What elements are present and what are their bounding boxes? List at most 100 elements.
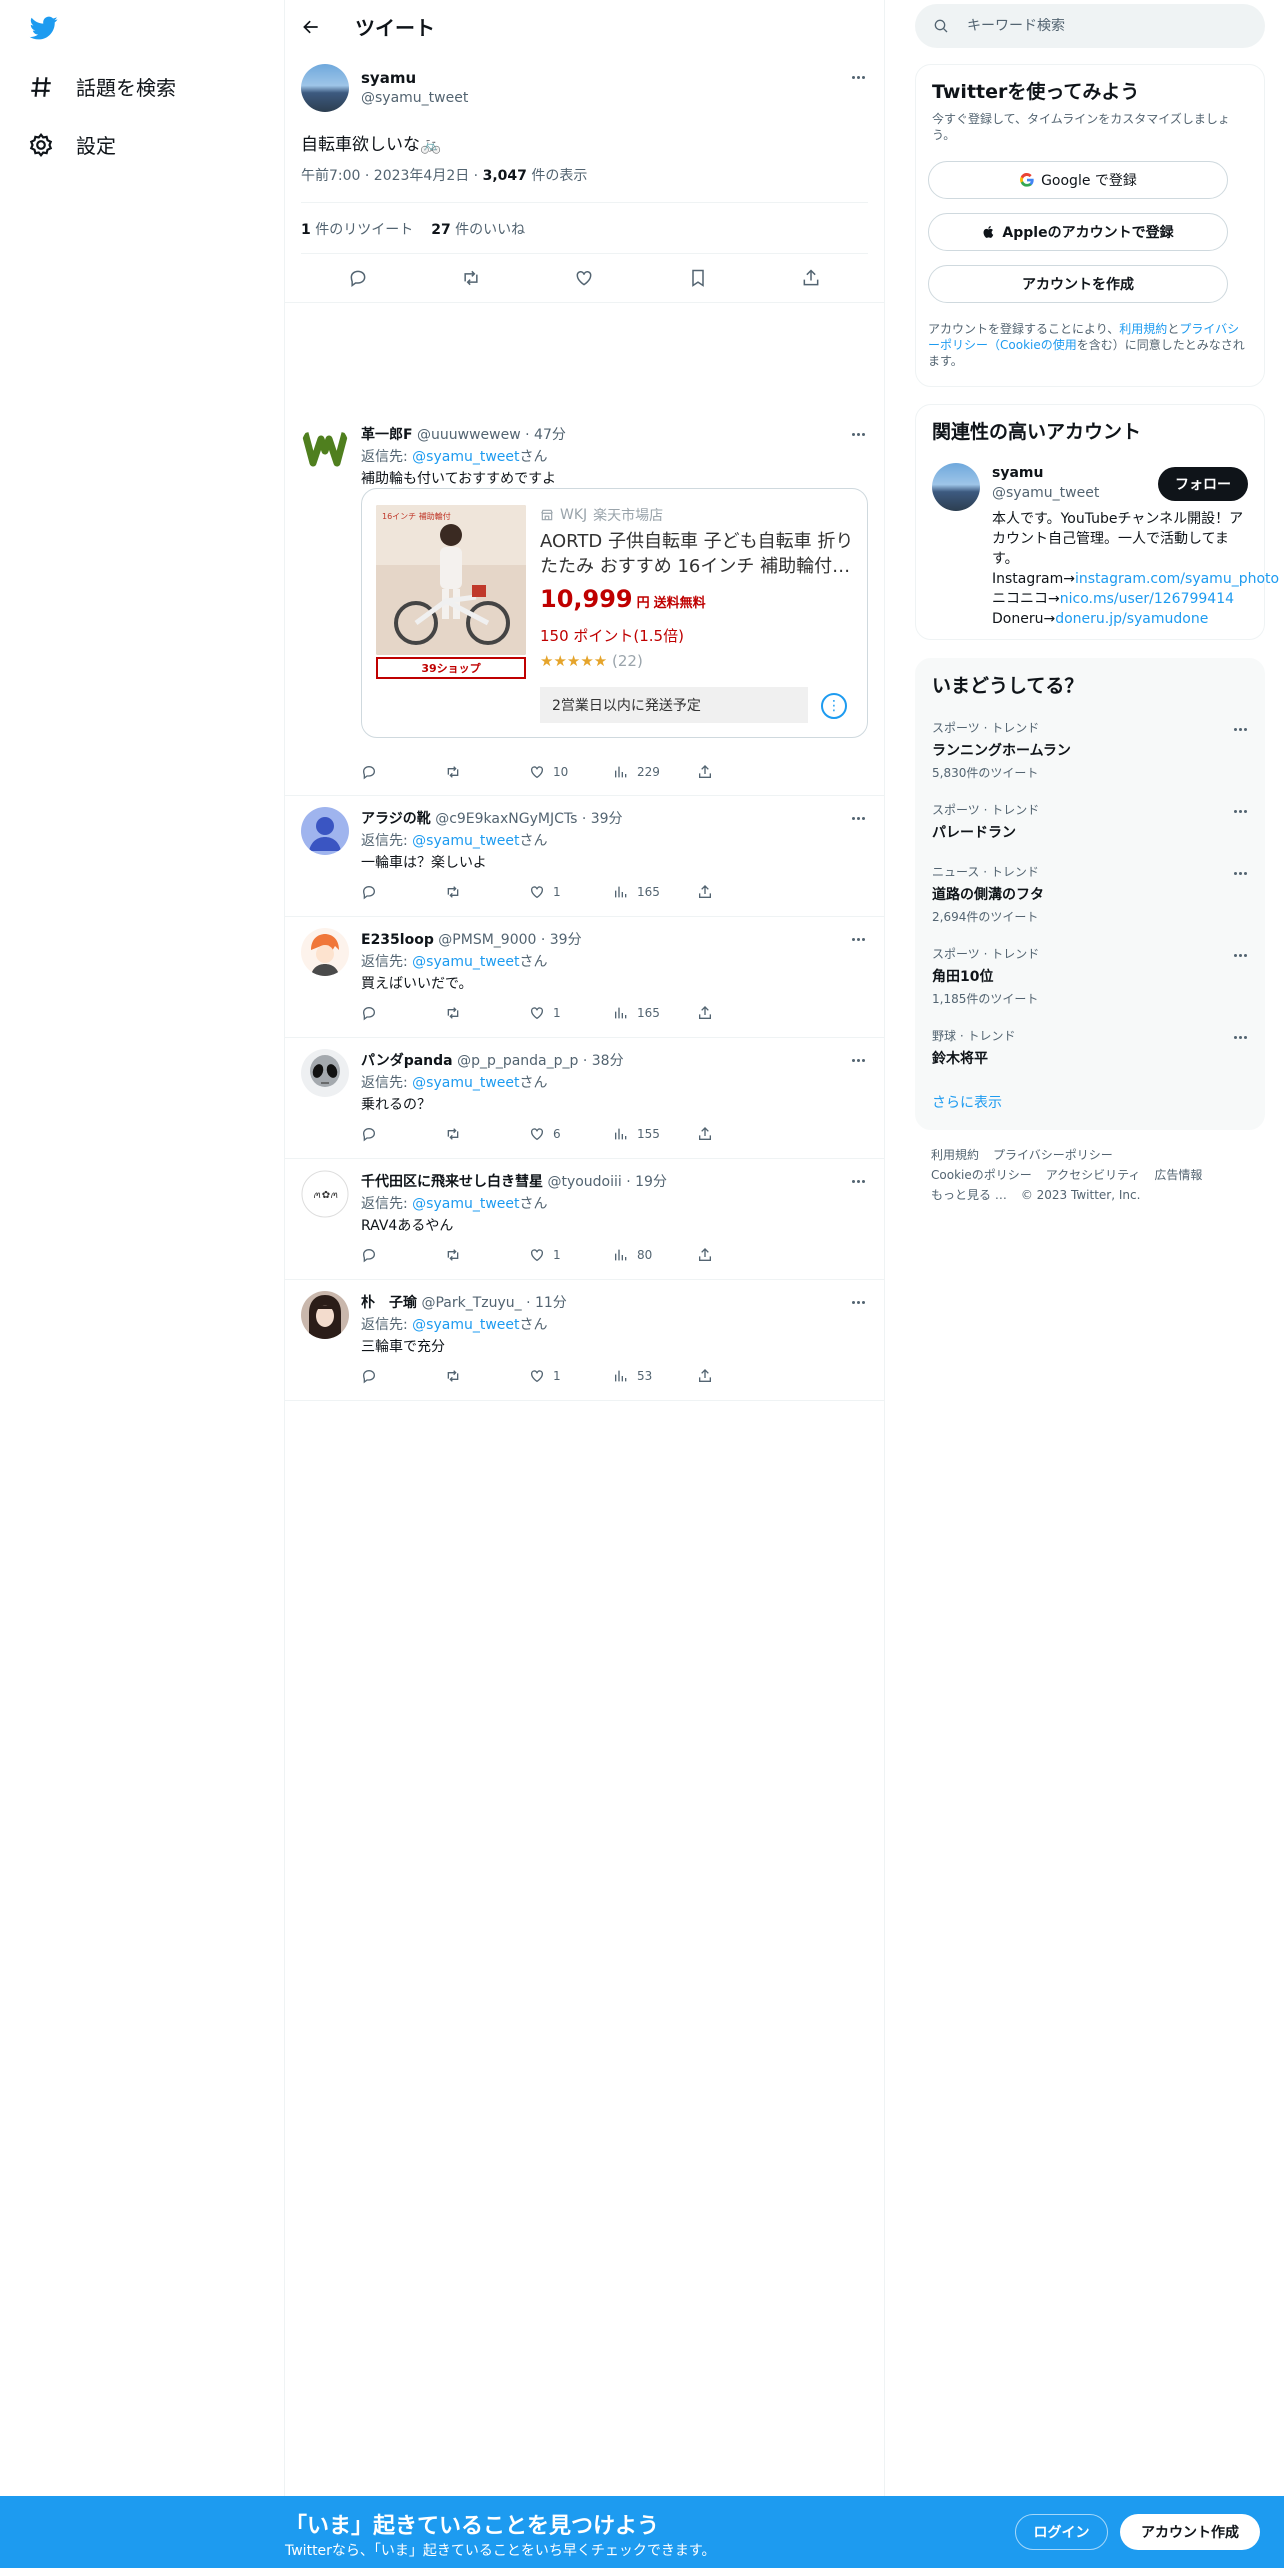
footer-cookie[interactable]: Cookieのポリシー bbox=[931, 1168, 1032, 1182]
reply-time[interactable]: · 38分 bbox=[578, 1053, 624, 1069]
google-signup-button[interactable]: Google で登録 bbox=[928, 161, 1228, 199]
likes-stat[interactable]: 27 件のいいね bbox=[431, 219, 525, 239]
avatar[interactable] bbox=[301, 1291, 349, 1339]
more-options-icon[interactable] bbox=[848, 424, 868, 444]
more-options-icon[interactable] bbox=[848, 1050, 868, 1070]
views-button[interactable]: 155 bbox=[613, 1126, 697, 1142]
reply-tweet[interactable]: 革一郎F @uuuwwewew · 47分 返信先: @syamu_tweetさ… bbox=[285, 412, 884, 796]
footer-ads[interactable]: 広告情報 bbox=[1154, 1168, 1202, 1182]
retweet-button[interactable] bbox=[445, 1005, 529, 1021]
niconico-link[interactable]: nico.ms/user/126799414 bbox=[1060, 591, 1234, 607]
more-options-icon[interactable] bbox=[848, 1171, 868, 1191]
share-icon[interactable] bbox=[800, 267, 822, 289]
share-button[interactable] bbox=[697, 1126, 781, 1142]
nav-settings[interactable]: 設定 bbox=[28, 130, 116, 159]
share-button[interactable] bbox=[697, 764, 781, 780]
retweet-icon[interactable] bbox=[460, 267, 482, 289]
product-title[interactable]: AORTD 子供自転車 子ども自転車 折りたたみ おすすめ 16インチ 補助輪付… bbox=[540, 529, 855, 579]
reply-time[interactable]: · 47分 bbox=[521, 427, 566, 443]
reply-button[interactable] bbox=[361, 1126, 445, 1142]
reply-to-handle[interactable]: @syamu_tweet bbox=[412, 954, 519, 970]
avatar[interactable] bbox=[301, 807, 349, 855]
instagram-link[interactable]: instagram.com/syamu_photo bbox=[1075, 571, 1279, 587]
footer-accessibility[interactable]: アクセシビリティ bbox=[1046, 1168, 1141, 1182]
footer-terms[interactable]: 利用規約 bbox=[931, 1148, 979, 1162]
avatar[interactable] bbox=[301, 1049, 349, 1097]
avatar[interactable] bbox=[932, 463, 980, 511]
author-handle[interactable]: @PMSM_9000 bbox=[438, 932, 536, 948]
reply-icon[interactable] bbox=[347, 267, 369, 289]
signup-button[interactable]: アカウント作成 bbox=[1120, 2514, 1260, 2550]
reply-time[interactable]: · 39分 bbox=[577, 811, 623, 827]
create-account-button[interactable]: アカウントを作成 bbox=[928, 265, 1228, 303]
avatar[interactable]: ꪔ✿ꪔ bbox=[301, 1170, 349, 1218]
views-button[interactable]: 229 bbox=[613, 764, 697, 780]
reply-to-handle[interactable]: @syamu_tweet bbox=[412, 1075, 519, 1091]
author-name[interactable]: syamu bbox=[361, 69, 416, 87]
more-options-icon[interactable] bbox=[1230, 945, 1250, 965]
doneru-link[interactable]: doneru.jp/syamudone bbox=[1055, 611, 1208, 627]
retweet-button[interactable] bbox=[445, 1126, 529, 1142]
back-arrow-icon[interactable] bbox=[301, 17, 321, 37]
login-button[interactable]: ログイン bbox=[1015, 2514, 1108, 2550]
reply-button[interactable] bbox=[361, 764, 445, 780]
author-name[interactable]: 朴 子瑜 bbox=[361, 1295, 417, 1311]
trend-item[interactable]: スポーツ · トレンド パレードラン bbox=[932, 801, 1250, 842]
like-button[interactable]: 1 bbox=[529, 1247, 613, 1263]
author-name[interactable]: 革一郎F bbox=[361, 427, 413, 443]
footer-privacy[interactable]: プライバシーポリシー bbox=[993, 1148, 1113, 1162]
related-handle[interactable]: @syamu_tweet bbox=[992, 485, 1099, 501]
avatar[interactable] bbox=[301, 64, 349, 112]
more-options-icon[interactable] bbox=[1230, 801, 1250, 821]
views-button[interactable]: 165 bbox=[613, 884, 697, 900]
more-options-icon[interactable] bbox=[1230, 719, 1250, 739]
like-button[interactable]: 10 bbox=[529, 764, 613, 780]
share-button[interactable] bbox=[697, 884, 781, 900]
views-button[interactable]: 53 bbox=[613, 1368, 697, 1384]
more-options-icon[interactable] bbox=[1230, 863, 1250, 883]
author-handle[interactable]: @Park_Tzuyu_ bbox=[421, 1295, 521, 1311]
author-handle[interactable]: @p_p_panda_p_p bbox=[457, 1053, 578, 1069]
nav-explore[interactable]: 話題を検索 bbox=[28, 72, 176, 101]
show-more-link[interactable]: さらに表示 bbox=[932, 1092, 1002, 1112]
bookmark-icon[interactable] bbox=[687, 267, 709, 289]
apple-signup-button[interactable]: Appleのアカウントで登録 bbox=[928, 213, 1228, 251]
reply-to-handle[interactable]: @syamu_tweet bbox=[412, 833, 519, 849]
like-button[interactable]: 1 bbox=[529, 1005, 613, 1021]
views-button[interactable]: 80 bbox=[613, 1247, 697, 1263]
related-name[interactable]: syamu bbox=[992, 465, 1043, 481]
reply-tweet[interactable]: パンダpanda @p_p_panda_p_p · 38分 返信先: @syamu… bbox=[285, 1038, 884, 1159]
reply-button[interactable] bbox=[361, 1247, 445, 1263]
reply-to-handle[interactable]: @syamu_tweet bbox=[412, 1317, 519, 1333]
like-button[interactable]: 6 bbox=[529, 1126, 613, 1142]
share-button[interactable] bbox=[697, 1247, 781, 1263]
reply-time[interactable]: · 39分 bbox=[536, 932, 582, 948]
share-button[interactable] bbox=[697, 1005, 781, 1021]
reply-tweet[interactable]: 朴 子瑜 @Park_Tzuyu_ · 11分 返信先: @syamu_tweet… bbox=[285, 1280, 884, 1401]
more-options-icon[interactable] bbox=[1230, 1027, 1250, 1047]
author-name[interactable]: アラジの靴 bbox=[361, 811, 431, 827]
footer-more[interactable]: もっと見る … bbox=[931, 1188, 1007, 1202]
terms-link[interactable]: 利用規約 bbox=[1119, 322, 1167, 336]
author-name[interactable]: パンダpanda bbox=[361, 1053, 453, 1069]
tweet-time[interactable]: 午前7:00 · 2023年4月2日 · bbox=[301, 168, 483, 184]
trend-item[interactable]: 野球 · トレンド 鈴木将平 bbox=[932, 1027, 1250, 1068]
reply-time[interactable]: · 11分 bbox=[522, 1295, 567, 1311]
retweet-button[interactable] bbox=[445, 884, 529, 900]
author-name[interactable]: 千代田区に飛来せし白き彗星 bbox=[361, 1174, 543, 1190]
author-handle[interactable]: @uuuwwewew bbox=[417, 427, 521, 443]
reply-time[interactable]: · 19分 bbox=[622, 1174, 667, 1190]
twitter-logo-icon[interactable] bbox=[28, 14, 60, 42]
reply-button[interactable] bbox=[361, 884, 445, 900]
reply-to-handle[interactable]: @syamu_tweet bbox=[412, 449, 519, 465]
like-button[interactable]: 1 bbox=[529, 1368, 613, 1384]
more-options-icon[interactable] bbox=[848, 808, 868, 828]
like-button[interactable]: 1 bbox=[529, 884, 613, 900]
author-name[interactable]: E235loop bbox=[361, 932, 434, 948]
retweets-stat[interactable]: 1 件のリツイート bbox=[301, 219, 413, 239]
reply-tweet[interactable]: E235loop @PMSM_9000 · 39分 返信先: @syamu_twe… bbox=[285, 917, 884, 1038]
follow-button[interactable]: フォロー bbox=[1158, 467, 1248, 501]
reply-button[interactable] bbox=[361, 1368, 445, 1384]
author-handle[interactable]: @syamu_tweet bbox=[361, 90, 468, 106]
retweet-button[interactable] bbox=[445, 764, 529, 780]
